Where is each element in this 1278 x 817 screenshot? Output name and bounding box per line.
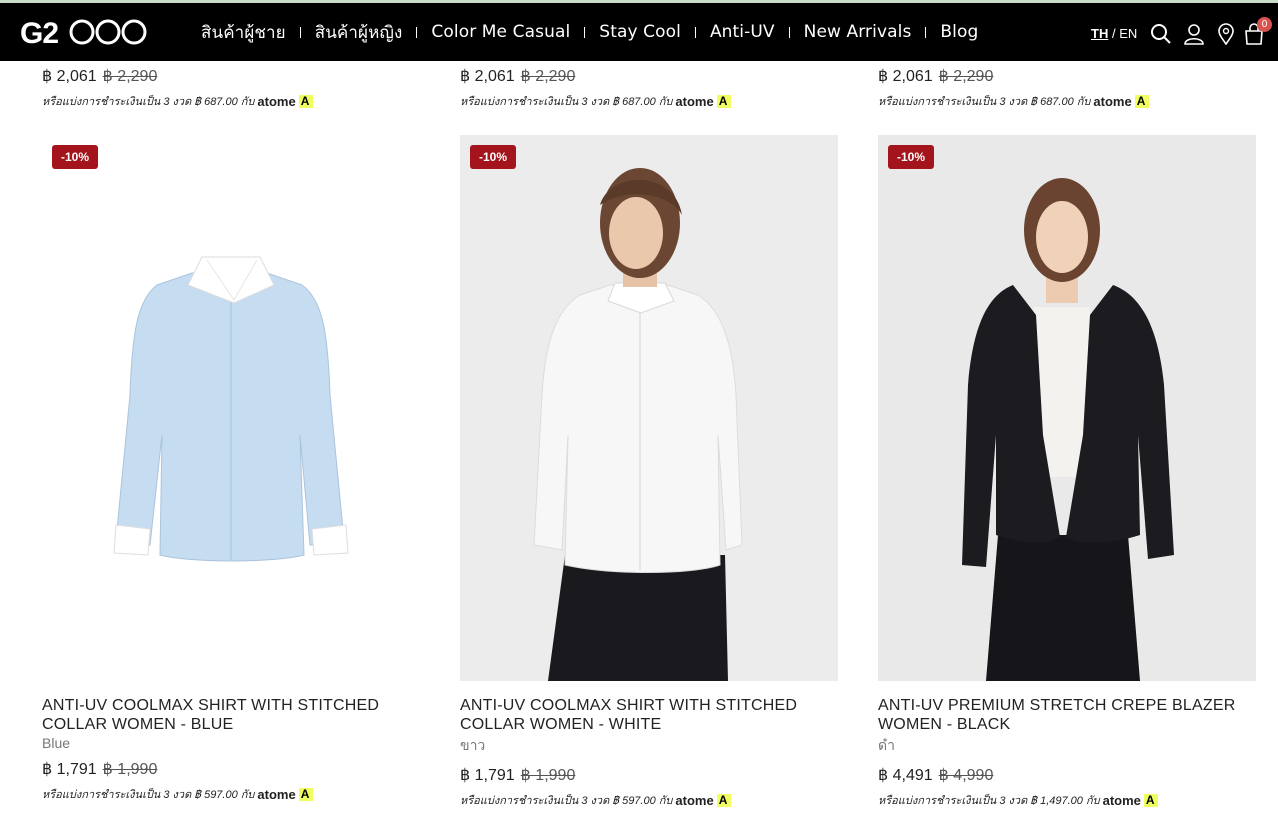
lang-th[interactable]: TH (1091, 26, 1108, 41)
installment-line[interactable]: หรือแบ่งการชำระเงินเป็น 3 งวด ฿ 597.00 ก… (42, 785, 420, 803)
atome-logo-icon (716, 94, 731, 108)
menu-men[interactable]: สินค้าผู้ชาย (201, 19, 286, 46)
menu-separator (694, 26, 696, 38)
search-icon[interactable] (1150, 23, 1172, 45)
product-color: Blue (42, 735, 71, 751)
product-title[interactable]: ANTI-UV PREMIUM STRETCH CREPE BLAZER WOM… (878, 696, 1256, 734)
lang-en[interactable]: EN (1119, 26, 1137, 41)
lang-separator: / (1108, 26, 1120, 41)
installment-line[interactable]: หรือแบ่งการชำระเงินเป็น 3 งวด ฿ 1,497.00… (878, 791, 1256, 809)
menu-separator (788, 26, 790, 38)
menu-women[interactable]: สินค้าผู้หญิง (315, 19, 403, 46)
account-icon[interactable] (1183, 23, 1205, 45)
sale-price: ฿ 2,061 (878, 68, 933, 85)
atome-logo-icon (1143, 793, 1158, 807)
installment-text: หรือแบ่งการชำระเงินเป็น 3 งวด ฿ 1,497.00… (878, 795, 1100, 807)
atome-brand: atome (1102, 792, 1141, 808)
atome-brand: atome (675, 792, 714, 808)
menu-separator (584, 26, 586, 38)
product-image-white-shirt[interactable]: -10% (460, 135, 838, 681)
cart-count-badge: 0 (1257, 17, 1272, 32)
atome-brand: atome (257, 786, 296, 802)
product-title[interactable]: ANTI-UV COOLMAX SHIRT WITH STITCHED COLL… (42, 696, 420, 734)
sale-price: ฿ 1,791 (42, 761, 97, 778)
price-line: ฿ 2,061 ฿ 2,290 (878, 66, 1149, 86)
installment-line[interactable]: หรือแบ่งการชำระเงินเป็น 3 งวด ฿ 687.00 ก… (878, 92, 1149, 110)
top-navbar: G2 สินค้าผู้ชาย สินค้าผู้หญิง Color Me C… (0, 3, 1278, 61)
installment-text: หรือแบ่งการชำระเงินเป็น 3 งวด ฿ 597.00 ก… (460, 795, 673, 807)
installment-text: หรือแบ่งการชำระเงินเป็น 3 งวด ฿ 687.00 ก… (878, 96, 1091, 108)
price-line: ฿ 2,061 ฿ 2,290 (460, 66, 731, 86)
product-image-black-blazer[interactable]: -10% (878, 135, 1256, 681)
atome-logo-icon (716, 793, 731, 807)
g2000-logo[interactable]: G2 (20, 16, 152, 50)
sale-price: ฿ 2,061 (460, 68, 515, 85)
atome-brand: atome (257, 93, 296, 109)
original-price: ฿ 1,990 (102, 761, 158, 778)
sale-price: ฿ 1,791 (460, 767, 515, 784)
original-price: ฿ 2,290 (520, 68, 576, 85)
atome-logo-icon (1134, 94, 1149, 108)
original-price: ฿ 2,290 (102, 68, 158, 85)
language-switcher: TH / EN (1091, 26, 1137, 41)
svg-text:G2: G2 (20, 17, 58, 48)
product-card[interactable]: -10% ANTI-UV COOLMAX SHIRT WITH STITCHED… (42, 135, 420, 803)
atome-brand: atome (675, 93, 714, 109)
menu-new-arrivals[interactable]: New Arrivals (804, 22, 912, 42)
product-card[interactable]: -10% ANTI-UV COOLMAX SHIRT WITH STITCHED… (460, 135, 838, 809)
product-color: ขาว (460, 737, 486, 753)
menu-anti-uv[interactable]: Anti-UV (710, 22, 775, 42)
sale-price: ฿ 2,061 (42, 68, 97, 85)
installment-line[interactable]: หรือแบ่งการชำระเงินเป็น 3 งวด ฿ 597.00 ก… (460, 791, 838, 809)
original-price: ฿ 1,990 (520, 767, 576, 784)
original-price: ฿ 4,990 (938, 767, 994, 784)
atome-brand: atome (1093, 93, 1132, 109)
price-line: ฿ 1,791 ฿ 1,990 (460, 765, 838, 785)
menu-separator (925, 26, 927, 38)
original-price: ฿ 2,290 (938, 68, 994, 85)
atome-logo-icon (298, 787, 313, 801)
main-menu: สินค้าผู้ชาย สินค้าผู้หญิง Color Me Casu… (201, 3, 978, 61)
product-color: ดำ (878, 737, 895, 753)
price-line: ฿ 4,491 ฿ 4,990 (878, 765, 1256, 785)
sale-price: ฿ 4,491 (878, 767, 933, 784)
installment-text: หรือแบ่งการชำระเงินเป็น 3 งวด ฿ 687.00 ก… (460, 96, 673, 108)
menu-blog[interactable]: Blog (940, 22, 978, 42)
product-card[interactable]: -10% ANTI-UV PREMIUM STRETCH CREPE BLAZE… (878, 135, 1256, 809)
installment-text: หรือแบ่งการชำระเงินเป็น 3 งวด ฿ 597.00 ก… (42, 789, 255, 801)
store-locator-icon[interactable] (1215, 23, 1237, 46)
menu-stay-cool[interactable]: Stay Cool (599, 22, 681, 42)
product-title[interactable]: ANTI-UV COOLMAX SHIRT WITH STITCHED COLL… (460, 696, 838, 734)
installment-line[interactable]: หรือแบ่งการชำระเงินเป็น 3 งวด ฿ 687.00 ก… (42, 92, 313, 110)
previous-product-price-block: ฿ 2,061 ฿ 2,290 หรือแบ่งการชำระเงินเป็น 3… (460, 66, 731, 110)
price-line: ฿ 1,791 ฿ 1,990 (42, 759, 420, 779)
previous-product-price-block: ฿ 2,061 ฿ 2,290 หรือแบ่งการชำระเงินเป็น 3… (42, 66, 313, 110)
menu-color-me-casual[interactable]: Color Me Casual (431, 22, 570, 42)
installment-line[interactable]: หรือแบ่งการชำระเงินเป็น 3 งวด ฿ 687.00 ก… (460, 92, 731, 110)
menu-separator (416, 26, 418, 38)
atome-logo-icon (298, 94, 313, 108)
installment-text: หรือแบ่งการชำระเงินเป็น 3 งวด ฿ 687.00 ก… (42, 96, 255, 108)
previous-product-price-block: ฿ 2,061 ฿ 2,290 หรือแบ่งการชำระเงินเป็น 3… (878, 66, 1149, 110)
price-line: ฿ 2,061 ฿ 2,290 (42, 66, 313, 86)
product-image-blue-shirt[interactable]: -10% (42, 135, 420, 681)
menu-separator (299, 26, 301, 38)
